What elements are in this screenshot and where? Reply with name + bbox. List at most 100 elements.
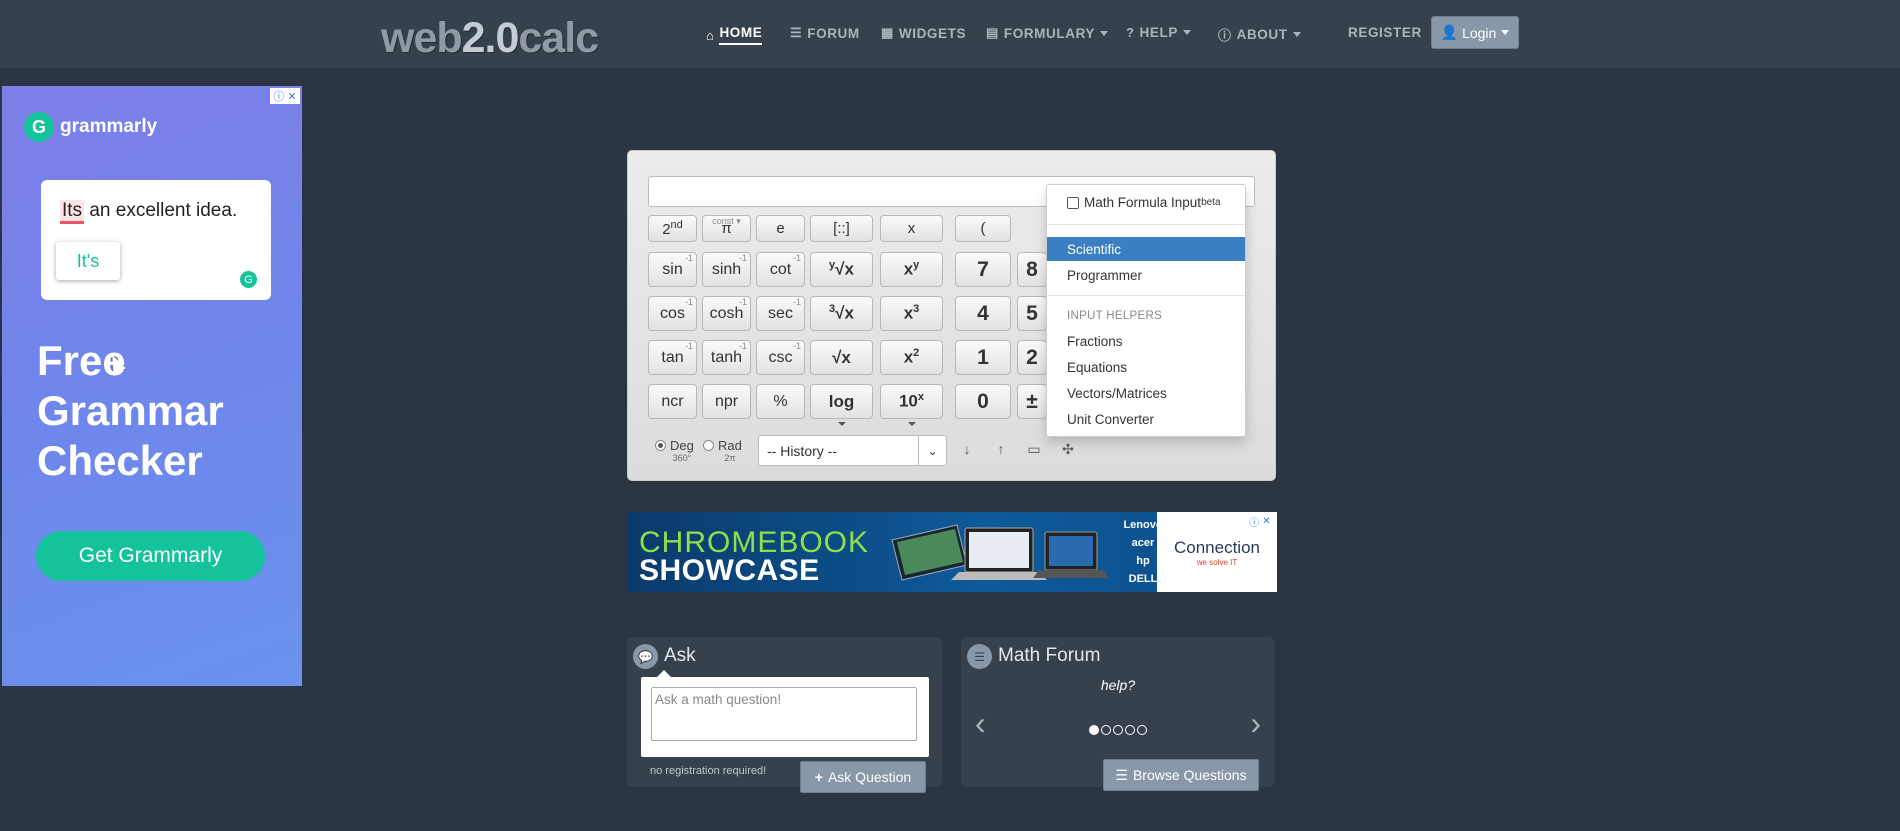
key-pi[interactable]: const ▾ π xyxy=(702,215,751,242)
key-cot[interactable]: cot -1 xyxy=(756,252,805,287)
deg-radio[interactable]: Deg 360° xyxy=(655,438,694,463)
key-8[interactable]: 8 xyxy=(1017,252,1047,287)
key-1[interactable]: 1 xyxy=(955,340,1011,375)
key-7[interactable]: 7 xyxy=(955,252,1011,287)
nav-formulary[interactable]: ▤ FORMULARY xyxy=(986,25,1109,41)
key-sec[interactable]: sec -1 xyxy=(756,296,805,331)
laptops-image xyxy=(891,524,1109,581)
login-button[interactable]: 👤 Login xyxy=(1431,16,1519,49)
register-link[interactable]: REGISTER xyxy=(1348,25,1422,40)
carousel-dot[interactable] xyxy=(1101,725,1111,735)
question-textarea[interactable]: Ask a math question! xyxy=(651,687,917,741)
key-ncr[interactable]: ncr xyxy=(648,384,697,419)
key-ten-power[interactable]: 10x xyxy=(880,384,943,426)
rad-radio[interactable]: Rad 2π xyxy=(703,438,742,463)
checkbox[interactable] xyxy=(1067,196,1079,209)
key-tan[interactable]: tan -1 xyxy=(648,340,697,375)
helper-vectors-matrices[interactable]: Vectors/Matrices xyxy=(1047,381,1245,405)
nav-forum[interactable]: ☰ FORUM xyxy=(790,25,860,41)
ad-choices-icon[interactable]: ⓘ ✕ xyxy=(270,88,300,104)
math-forum-panel: ☰ Math Forum help? ‹ › ☰ Browse Questions xyxy=(961,637,1275,791)
forum-question-link[interactable]: help? xyxy=(961,677,1275,693)
chevron-right-icon[interactable]: › xyxy=(1250,705,1261,742)
calculator-mode-menu: Math Formula Input beta Scientific Progra… xyxy=(1046,184,1246,437)
chevron-down-icon[interactable]: ⌄ xyxy=(918,436,946,465)
settings-icon[interactable]: ✣ xyxy=(1060,441,1076,457)
home-icon: ⌂ xyxy=(706,27,715,43)
carousel-dot[interactable] xyxy=(1113,725,1123,735)
key-yroot[interactable]: y√x xyxy=(810,252,873,287)
key-matrix[interactable]: [::] xyxy=(810,215,873,242)
grammarly-badge-icon: G xyxy=(240,271,257,288)
input-helpers-header: INPUT HELPERS xyxy=(1067,310,1163,322)
key-square[interactable]: x2 xyxy=(880,340,943,375)
key-sinh[interactable]: sinh -1 xyxy=(702,252,751,287)
chevron-down-icon xyxy=(1501,30,1510,35)
question-icon: ? xyxy=(1126,25,1135,40)
key-sin[interactable]: sin -1 xyxy=(648,252,697,287)
grammarly-demo-card: Its an excellent idea. It's G xyxy=(41,180,271,300)
chevron-down-icon xyxy=(837,422,846,426)
carousel-dot[interactable] xyxy=(1137,725,1147,735)
key-cube-root[interactable]: 3√x xyxy=(810,296,873,331)
divider xyxy=(1047,295,1245,296)
chromebook-ad[interactable]: ⓘ ✕ CHROMEBOOK SHOWCASE Lenovo acer hp DE… xyxy=(627,512,1277,592)
key-2[interactable]: 2 xyxy=(1017,340,1047,375)
divider xyxy=(1047,224,1245,225)
key-csc[interactable]: csc -1 xyxy=(756,340,805,375)
get-grammarly-button[interactable]: Get Grammarly xyxy=(36,531,265,581)
nav-about[interactable]: ⓘ ABOUT xyxy=(1218,25,1301,44)
arrow-down-icon[interactable]: ↓ xyxy=(959,441,975,457)
key-x[interactable]: x xyxy=(880,215,943,242)
nav-home[interactable]: ⌂ HOME xyxy=(706,25,763,45)
key-cosh[interactable]: cosh -1 xyxy=(702,296,751,331)
info-icon: ⓘ xyxy=(1218,28,1232,43)
key-log[interactable]: log xyxy=(810,384,873,426)
helper-fractions[interactable]: Fractions xyxy=(1047,329,1245,353)
helper-unit-converter[interactable]: Unit Converter xyxy=(1047,407,1245,431)
nav-widgets[interactable]: ▦ WIDGETS xyxy=(881,25,966,41)
key-tanh[interactable]: tanh -1 xyxy=(702,340,751,375)
site-logo[interactable]: web2.0calc xyxy=(381,14,599,63)
nav-help[interactable]: ? HELP xyxy=(1126,25,1191,40)
key-npr[interactable]: npr xyxy=(702,384,751,419)
key-2nd[interactable]: 2nd xyxy=(648,215,697,242)
key-sqrt[interactable]: √x xyxy=(810,340,873,375)
carousel-indicators xyxy=(961,725,1275,735)
mode-programmer[interactable]: Programmer xyxy=(1047,263,1245,287)
key-cos[interactable]: cos -1 xyxy=(648,296,697,331)
math-formula-input-toggle[interactable]: Math Formula Input beta xyxy=(1067,195,1221,210)
key-plus-minus[interactable]: ± xyxy=(1017,384,1047,419)
chevron-left-icon[interactable]: ‹ xyxy=(975,705,986,742)
carousel-dot[interactable] xyxy=(1125,725,1135,735)
mode-scientific[interactable]: Scientific xyxy=(1047,237,1245,261)
key-5[interactable]: 5 xyxy=(1017,296,1047,331)
arrow-up-icon[interactable]: ↑ xyxy=(993,441,1009,457)
browse-questions-button[interactable]: ☰ Browse Questions xyxy=(1103,759,1259,791)
radio-button[interactable] xyxy=(703,440,714,451)
chevron-down-icon xyxy=(907,422,916,426)
chevron-down-icon xyxy=(1292,32,1301,37)
chevron-down-icon xyxy=(1100,30,1109,36)
key-open-paren[interactable]: ( xyxy=(955,215,1011,242)
carousel-dot[interactable] xyxy=(1089,725,1099,735)
suggestion-chip: It's xyxy=(56,242,120,280)
speech-bubble-icon: 💬 xyxy=(633,644,658,669)
ad-line-2: SHOWCASE xyxy=(639,554,820,587)
key-4[interactable]: 4 xyxy=(955,296,1011,331)
ad-choices-icon[interactable]: ⓘ ✕ xyxy=(1245,514,1275,529)
history-select[interactable]: -- History -- ⌄ xyxy=(758,435,947,466)
memory-icon[interactable]: ▭ xyxy=(1026,441,1042,457)
radio-button[interactable] xyxy=(655,440,666,451)
key-e[interactable]: e xyxy=(756,215,805,242)
key-0[interactable]: 0 xyxy=(955,384,1011,419)
ask-question-button[interactable]: + Ask Question xyxy=(800,761,926,793)
forum-title: Math Forum xyxy=(998,645,1101,666)
grammarly-logo: G grammarly xyxy=(24,112,157,142)
key-cube[interactable]: x3 xyxy=(880,296,943,331)
key-power-y[interactable]: xy xyxy=(880,252,943,287)
grammarly-ad[interactable]: ⓘ ✕ G grammarly Its an excellent idea. It… xyxy=(2,86,302,686)
key-percent[interactable]: % xyxy=(756,384,805,419)
calendar-icon: ▦ xyxy=(881,25,894,40)
helper-equations[interactable]: Equations xyxy=(1047,355,1245,379)
